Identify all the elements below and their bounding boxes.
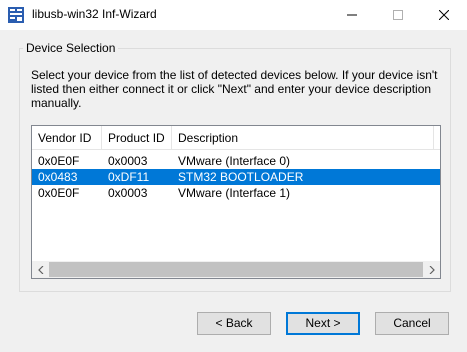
group-label: Device Selection xyxy=(23,41,119,55)
minimize-button[interactable] xyxy=(329,0,375,30)
description-cell: VMware (Interface 0) xyxy=(178,154,291,168)
description-cell: VMware (Interface 1) xyxy=(178,186,291,200)
list-header: Vendor ID Product ID Description xyxy=(32,126,440,150)
device-row[interactable]: 0x0E0F 0x0003 VMware (Interface 1) xyxy=(32,185,440,201)
product-id-cell: 0xDF11 xyxy=(108,170,150,184)
close-button[interactable] xyxy=(421,0,467,30)
next-button[interactable]: Next > xyxy=(286,312,360,335)
horizontal-scrollbar[interactable] xyxy=(32,261,440,278)
vendor-id-cell: 0x0483 xyxy=(38,170,78,184)
close-icon xyxy=(439,10,449,20)
column-header-vendor-id[interactable]: Vendor ID xyxy=(32,126,102,150)
vendor-id-cell: 0x0E0F xyxy=(38,186,80,200)
cancel-button[interactable]: Cancel xyxy=(375,312,449,335)
maximize-icon xyxy=(393,10,403,20)
instructions-text: Select your device from the list of dete… xyxy=(31,68,438,110)
column-header-description[interactable]: Description xyxy=(172,126,434,150)
chevron-left-icon xyxy=(37,265,43,274)
device-list[interactable]: Vendor ID Product ID Description 0x0E0F … xyxy=(31,125,441,279)
back-button[interactable]: < Back xyxy=(197,312,271,335)
title-bar[interactable]: libusb-win32 Inf-Wizard xyxy=(0,0,467,30)
product-id-cell: 0x0003 xyxy=(108,154,148,168)
description-cell: STM32 BOOTLOADER xyxy=(178,170,304,184)
device-row[interactable]: 0x0E0F 0x0003 VMware (Interface 0) xyxy=(32,153,440,169)
column-header-product-id[interactable]: Product ID xyxy=(102,126,172,150)
minimize-icon xyxy=(347,14,357,16)
window-title: libusb-win32 Inf-Wizard xyxy=(32,7,157,21)
scroll-thumb[interactable] xyxy=(49,262,423,277)
device-row-selected[interactable]: 0x0483 0xDF11 STM32 BOOTLOADER xyxy=(32,169,440,185)
maximize-button[interactable] xyxy=(375,0,421,30)
scroll-left-button[interactable] xyxy=(32,261,49,278)
libusb-app-icon xyxy=(8,7,24,23)
product-id-cell: 0x0003 xyxy=(108,186,148,200)
scroll-right-button[interactable] xyxy=(423,261,440,278)
chevron-right-icon xyxy=(429,265,435,274)
vendor-id-cell: 0x0E0F xyxy=(38,154,80,168)
